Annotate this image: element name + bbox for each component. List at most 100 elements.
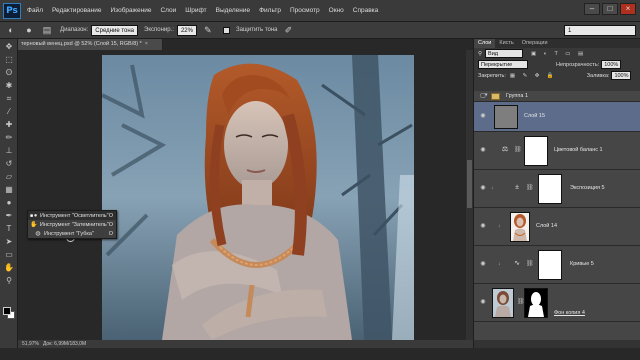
menu-view[interactable]: Просмотр — [290, 7, 320, 14]
eye-icon[interactable]: ◉ — [479, 184, 487, 192]
zoom-level[interactable]: 51,97% — [22, 340, 39, 348]
tab-actions[interactable]: Операции — [518, 39, 552, 48]
eye-icon[interactable]: ◉ — [479, 112, 487, 120]
lock-icons[interactable]: ▦ ✎ ✥ 🔒 — [510, 73, 557, 79]
expand-arrow-icon[interactable]: ▾ — [485, 92, 488, 98]
menu-file[interactable]: Файл — [27, 7, 43, 14]
marquee-tool-icon[interactable]: ⬚ — [2, 54, 16, 65]
brush-panel-icon[interactable]: ▤ — [40, 24, 54, 36]
flyout-item-shortcut: O — [108, 221, 113, 228]
balance-icon: ⚖ — [501, 146, 509, 153]
brush-preset-icon[interactable]: ● — [22, 24, 36, 36]
healing-tool-icon[interactable]: ✚ — [2, 119, 16, 130]
type-tool-icon[interactable]: T — [2, 223, 16, 234]
dodge-tool-icon[interactable]: ◐ — [4, 24, 18, 36]
lock-label: Закрепить: — [478, 72, 506, 79]
eye-icon[interactable]: ◉ — [479, 298, 487, 306]
document-image[interactable] — [102, 55, 414, 340]
lock-row: Закрепить: ▦ ✎ ✥ 🔒 Заливка: 100% — [474, 70, 640, 81]
path-select-tool-icon[interactable]: ➤ — [2, 236, 16, 247]
layer-mask-thumbnail — [524, 136, 548, 166]
dodge-tool-button-icon[interactable]: ● — [2, 197, 16, 208]
eyedropper-tool-icon[interactable]: ⁄ — [2, 106, 16, 117]
clip-arrow-icon: ↓ — [491, 185, 494, 191]
opacity-label: Непрозрачность: — [556, 61, 600, 68]
protect-tones-label: Защитить тона — [235, 27, 278, 33]
menu-layers[interactable]: Слои — [160, 7, 176, 14]
layer-thumbnail — [510, 212, 530, 242]
zoom-tool-icon[interactable]: ⚲ — [2, 275, 16, 286]
pressure-icon[interactable]: ✐ — [282, 24, 296, 36]
opacity-input[interactable]: 100% — [601, 60, 622, 69]
canvas-area[interactable] — [18, 50, 473, 340]
quick-select-tool-icon[interactable]: ✱ — [2, 80, 16, 91]
close-document-icon[interactable]: × — [145, 41, 148, 47]
gradient-tool-icon[interactable]: ▦ — [2, 184, 16, 195]
blend-row: Перекрытие Непрозрачность: 100% — [474, 59, 640, 70]
workspace-select[interactable]: 1 — [564, 25, 636, 36]
exposure-input[interactable]: 22% — [176, 24, 197, 36]
layer-row[interactable]: ◉ ↓ ∿ ⛓ Кривые 5 — [474, 246, 640, 284]
menu-select[interactable]: Выделение — [216, 7, 250, 14]
group-name: Группа 1 — [506, 93, 529, 99]
stamp-tool-icon[interactable]: ⊥ — [2, 145, 16, 156]
menu-window[interactable]: Окно — [329, 7, 344, 14]
range-select[interactable]: Средние тона — [91, 24, 138, 36]
flyout-item-label: Инструмент "Губка" — [44, 230, 94, 237]
hand-tool-icon[interactable]: ✋ — [2, 262, 16, 273]
layer-row[interactable]: ◉ ⛓ Фон копия 4 — [474, 284, 640, 322]
protect-tones-checkbox[interactable] — [222, 26, 230, 34]
eye-icon[interactable]: ◉ — [479, 260, 487, 268]
layer-mask-thumbnail — [538, 174, 562, 204]
crop-tool-icon[interactable]: ⌗ — [2, 93, 16, 104]
fill-label: Заливка: — [586, 72, 610, 79]
scrollbar-thumb[interactable] — [467, 160, 472, 208]
flyout-item-burn[interactable]: ✋ Инструмент "Затемнитель" O — [28, 220, 116, 229]
eye-icon[interactable]: ◉ — [479, 222, 487, 230]
layer-row[interactable]: ◉ ↓ Слой 14 — [474, 208, 640, 246]
tab-brush[interactable]: Кисть — [495, 39, 517, 48]
photoshop-window: Ps Файл Редактирование Изображение Слои … — [0, 0, 640, 360]
move-tool-icon[interactable]: ✥ — [2, 41, 16, 52]
pen-tool-icon[interactable]: ✒ — [2, 210, 16, 221]
layer-group[interactable]: ▢ ▾ Группа 1 — [474, 91, 640, 102]
eraser-tool-icon[interactable]: ▱ — [2, 171, 16, 182]
flyout-item-label: Инструмент "Затемнитель" — [39, 221, 109, 228]
portrait-photo — [102, 55, 414, 340]
color-swatches[interactable] — [3, 307, 15, 319]
close-button[interactable]: × — [620, 3, 636, 15]
airbrush-icon[interactable]: ✎ — [201, 24, 215, 36]
exposure-icon: ± — [515, 184, 519, 191]
vertical-scrollbar[interactable] — [466, 50, 473, 340]
layer-row[interactable]: ◉ ↓ ± ⛓ Экспозиция 5 — [474, 170, 640, 208]
window-controls: – □ × — [584, 3, 636, 15]
kind-filter-select[interactable]: Вид — [485, 49, 524, 58]
menu-type[interactable]: Шрифт — [185, 7, 206, 14]
layer-name: Кривые 5 — [570, 261, 594, 267]
shape-tool-icon[interactable]: ▭ — [2, 249, 16, 260]
flyout-item-dodge[interactable]: ■ ● Инструмент "Осветлитель" O — [28, 211, 116, 220]
brush-tool-icon[interactable]: ✏ — [2, 132, 16, 143]
layer-row[interactable]: ◉ ⚖ ⛓ Цветовой баланс 1 — [474, 132, 640, 170]
maximize-button[interactable]: □ — [602, 3, 618, 15]
tab-layers[interactable]: Слои — [474, 39, 496, 48]
flyout-item-sponge[interactable]: ◍ Инструмент "Губка" O — [28, 229, 116, 238]
filter-type-icons[interactable]: ▣ ◐ T ▭ ▤ — [531, 51, 586, 57]
layers-panel: Слои Кисть Операции ⚲ Вид ▣ ◐ T ▭ ▤ Пере… — [473, 39, 640, 348]
fill-input[interactable]: 100% — [611, 71, 632, 80]
lasso-tool-icon[interactable]: ʘ — [2, 67, 16, 78]
link-icon: ⛓ — [514, 147, 522, 153]
eye-icon[interactable]: ◉ — [479, 146, 487, 154]
document-tab[interactable]: терновый венец.psd @ 52% (Слой 15, RGB/8… — [18, 39, 163, 50]
layer-row[interactable]: ◉ Слой 15 — [474, 102, 640, 132]
blend-mode-select[interactable]: Перекрытие — [478, 60, 528, 69]
menu-image[interactable]: Изображение — [111, 7, 152, 14]
layer-mask-thumbnail — [524, 288, 548, 318]
menu-filter[interactable]: Фильтр — [259, 7, 281, 14]
history-brush-tool-icon[interactable]: ↺ — [2, 158, 16, 169]
menu-edit[interactable]: Редактирование — [52, 7, 102, 14]
menu-help[interactable]: Справка — [353, 7, 379, 14]
foreground-color-swatch[interactable] — [3, 307, 11, 315]
range-label: Диапазон: — [60, 27, 89, 33]
minimize-button[interactable]: – — [584, 3, 600, 15]
